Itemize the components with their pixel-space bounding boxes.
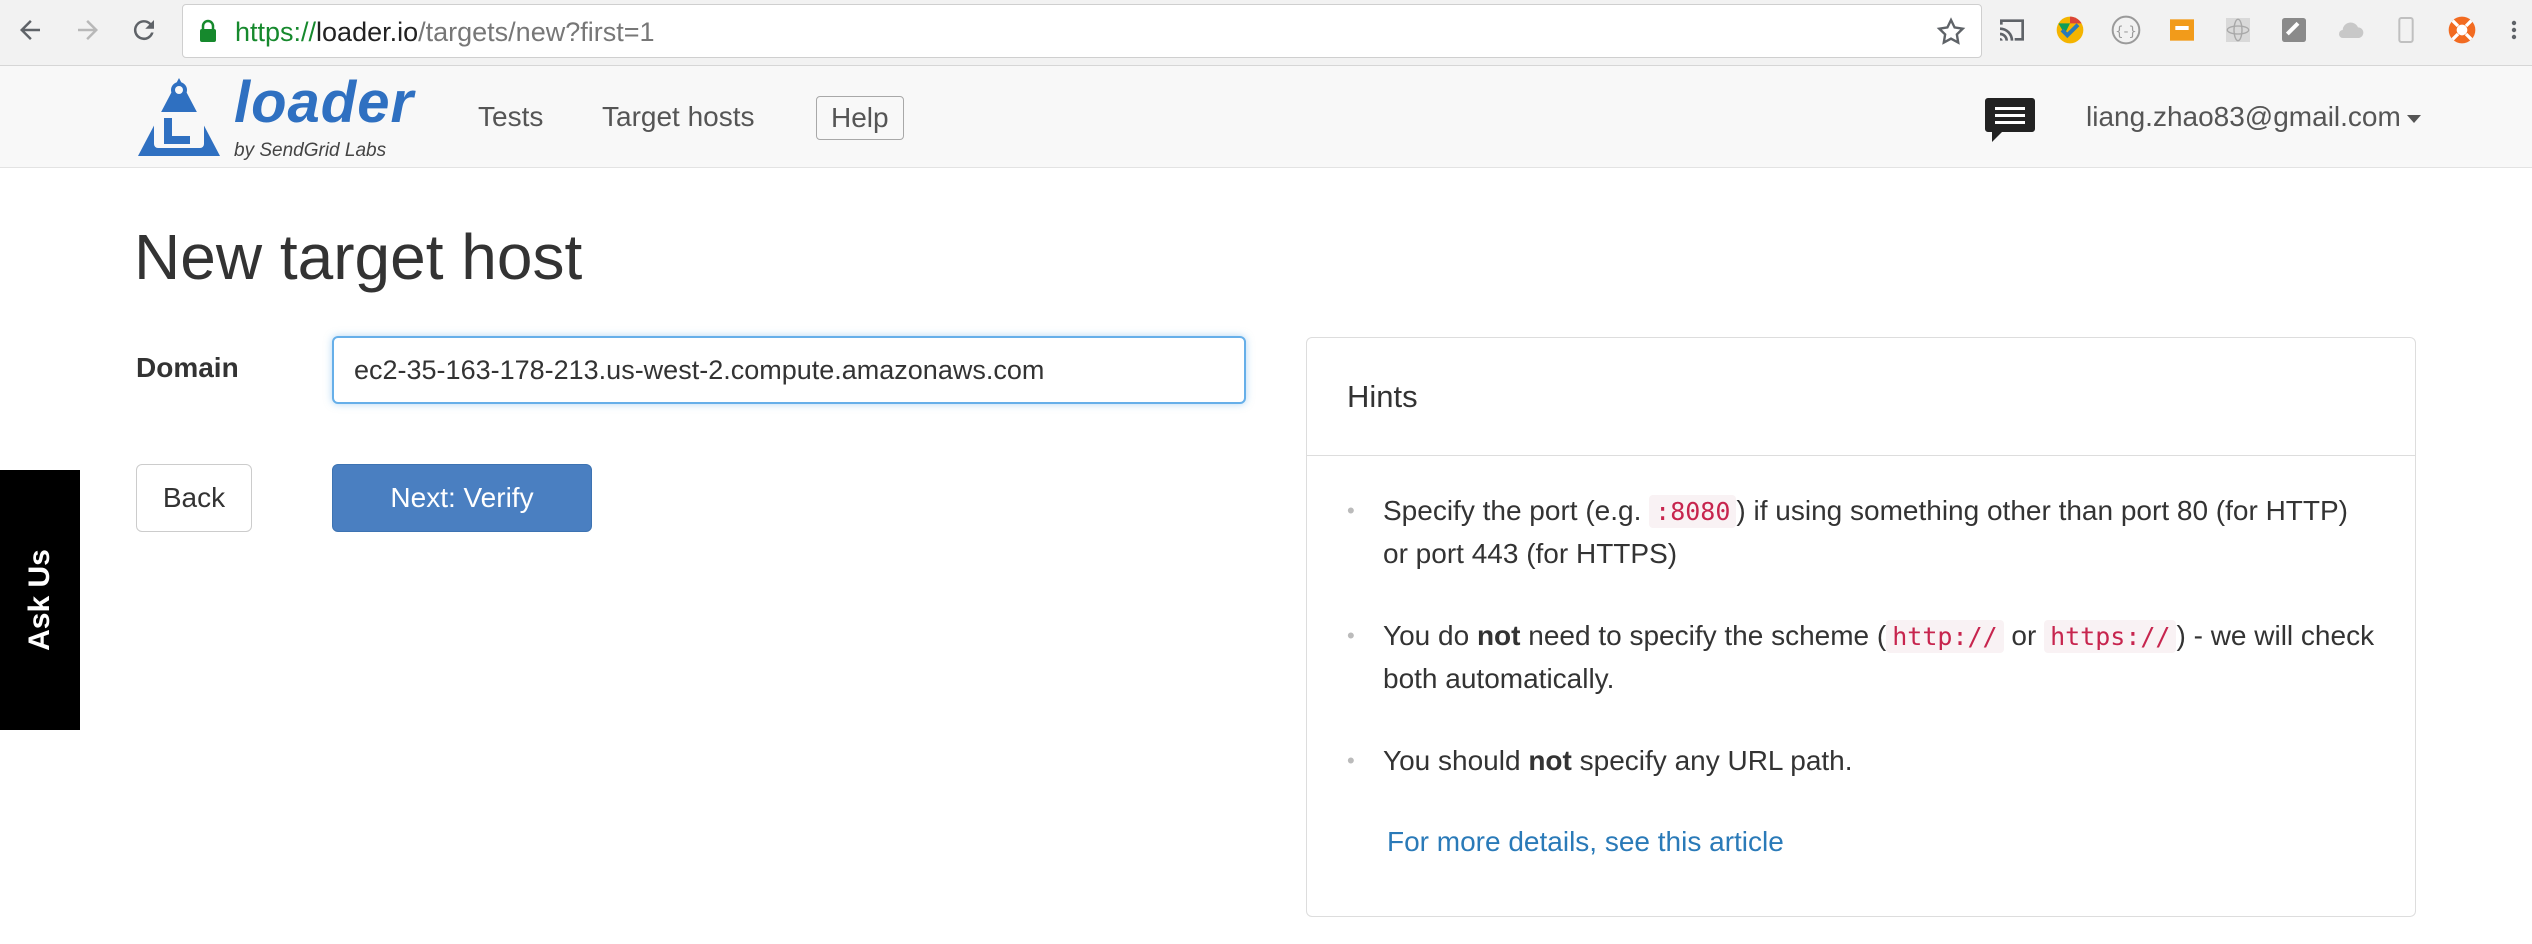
menu-icon[interactable]	[2502, 14, 2526, 46]
lock-icon	[200, 19, 216, 42]
hint-item-scheme: • You do not need to specify the scheme …	[1347, 615, 2375, 700]
cast-icon[interactable]	[1996, 14, 2028, 46]
reload-icon[interactable]	[122, 8, 166, 52]
ask-us-tab[interactable]: Ask Us	[0, 470, 80, 730]
extension-box-icon[interactable]	[2166, 14, 2198, 46]
extension-cloud-icon[interactable]	[2334, 14, 2366, 46]
domain-label: Domain	[136, 352, 239, 383]
forward-icon[interactable]	[66, 8, 110, 52]
extension-json-icon[interactable]: {-}	[2110, 14, 2142, 46]
logo-wordmark: loader	[234, 70, 415, 135]
site-navbar: loader by SendGrid Labs Tests Target hos…	[0, 66, 2532, 168]
bullet-icon: •	[1347, 498, 1355, 523]
loader-logo-icon	[138, 78, 220, 156]
back-icon[interactable]	[8, 8, 52, 52]
chat-icon[interactable]	[1984, 96, 2036, 144]
extension-chrome-colors-icon[interactable]	[2054, 14, 2086, 46]
next-verify-button[interactable]: Next: Verify	[332, 464, 592, 532]
code-port-example: :8080	[1649, 495, 1737, 528]
ask-us-label: Ask Us	[23, 549, 56, 651]
hints-list: • Specify the port (e.g. :8080) if using…	[1307, 456, 2415, 782]
hint-item-path: • You should not specify any URL path.	[1347, 740, 2375, 782]
code-http: http://	[1886, 620, 2004, 653]
bullet-icon: •	[1347, 623, 1355, 648]
more-details-link[interactable]: For more details, see this article	[1387, 826, 1784, 858]
page-title: New target host	[134, 221, 583, 293]
domain-input[interactable]	[332, 336, 1246, 404]
hints-panel: Hints • Specify the port (e.g. :8080) if…	[1306, 337, 2416, 917]
browser-toolbar: https://loader.io/targets/new?first=1 {-…	[0, 0, 2532, 66]
loader-logo[interactable]: loader by SendGrid Labs	[134, 72, 413, 164]
hint-item-port: • Specify the port (e.g. :8080) if using…	[1347, 490, 2375, 575]
url-text: https://loader.io/targets/new?first=1	[235, 17, 655, 47]
back-button[interactable]: Back	[136, 464, 252, 532]
extension-device-icon[interactable]	[2390, 14, 2422, 46]
user-menu[interactable]: liang.zhao83@gmail.com	[2086, 66, 2421, 168]
user-email: liang.zhao83@gmail.com	[2086, 101, 2401, 132]
nav-tests[interactable]: Tests	[478, 66, 543, 168]
svg-text:{-}: {-}	[2115, 24, 2137, 39]
help-button[interactable]: Help	[816, 96, 904, 140]
code-https: https://	[2044, 620, 2177, 653]
extension-lifebuoy-icon[interactable]	[2446, 14, 2478, 46]
hints-title: Hints	[1307, 338, 2415, 456]
extension-react-icon[interactable]	[2222, 14, 2254, 46]
extension-notes-icon[interactable]	[2278, 14, 2310, 46]
bullet-icon: •	[1347, 748, 1355, 773]
caret-down-icon	[2406, 114, 2421, 123]
logo-subtitle: by SendGrid Labs	[234, 140, 387, 161]
nav-target-hosts[interactable]: Target hosts	[602, 66, 755, 168]
address-bar[interactable]: https://loader.io/targets/new?first=1	[182, 4, 1982, 58]
bookmark-star-icon[interactable]	[1935, 16, 1967, 48]
